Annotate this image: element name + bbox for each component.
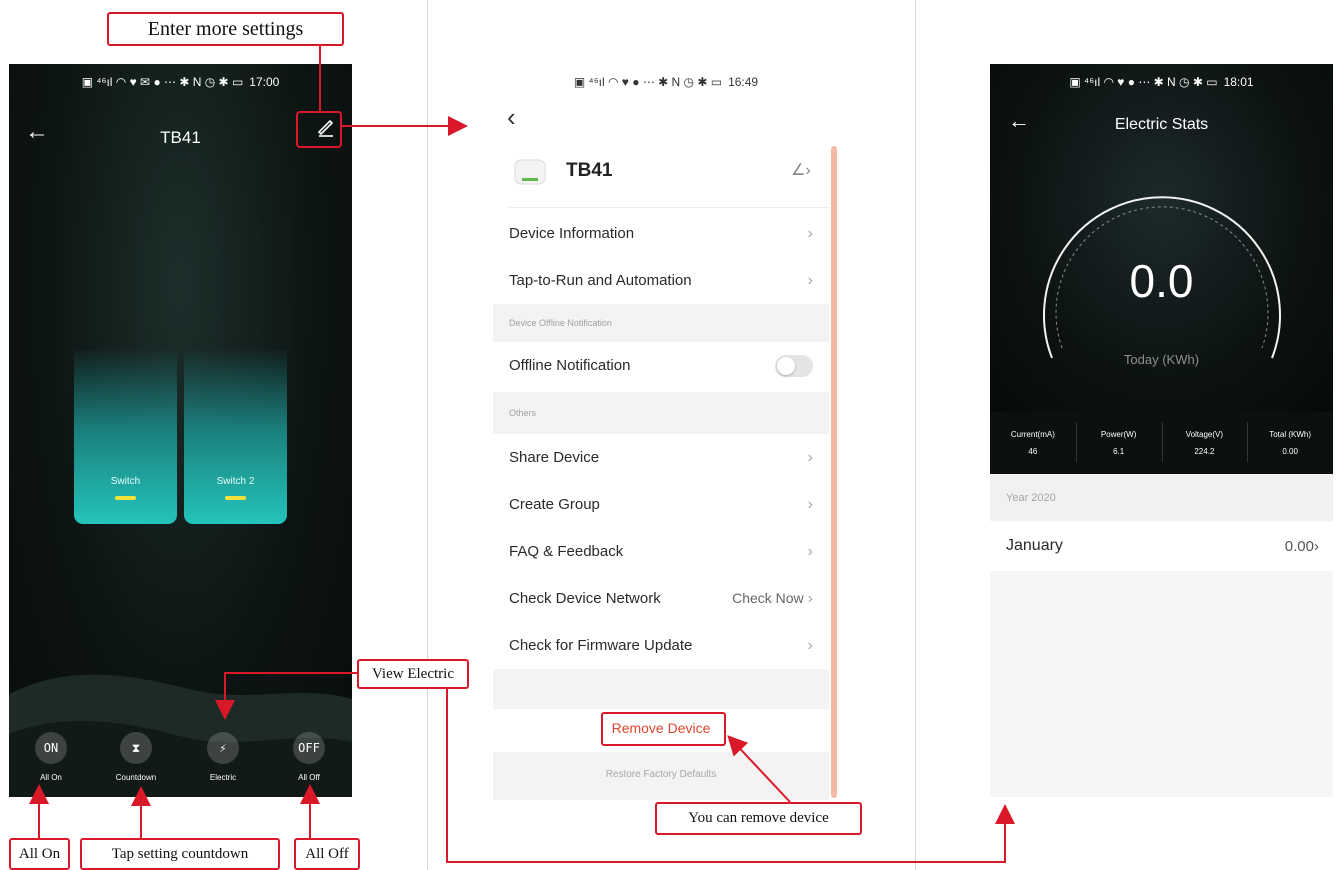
- callout-you-can-remove-device: You can remove device: [655, 802, 862, 835]
- callout-remove-device-box: [601, 712, 726, 746]
- callout-view-electric: View Electric: [357, 659, 469, 689]
- callout-all-on: All On: [9, 838, 70, 870]
- callout-tap-countdown: Tap setting countdown: [80, 838, 280, 870]
- callout-all-off: All Off: [294, 838, 360, 870]
- callout-enter-more-settings: Enter more settings: [107, 12, 344, 46]
